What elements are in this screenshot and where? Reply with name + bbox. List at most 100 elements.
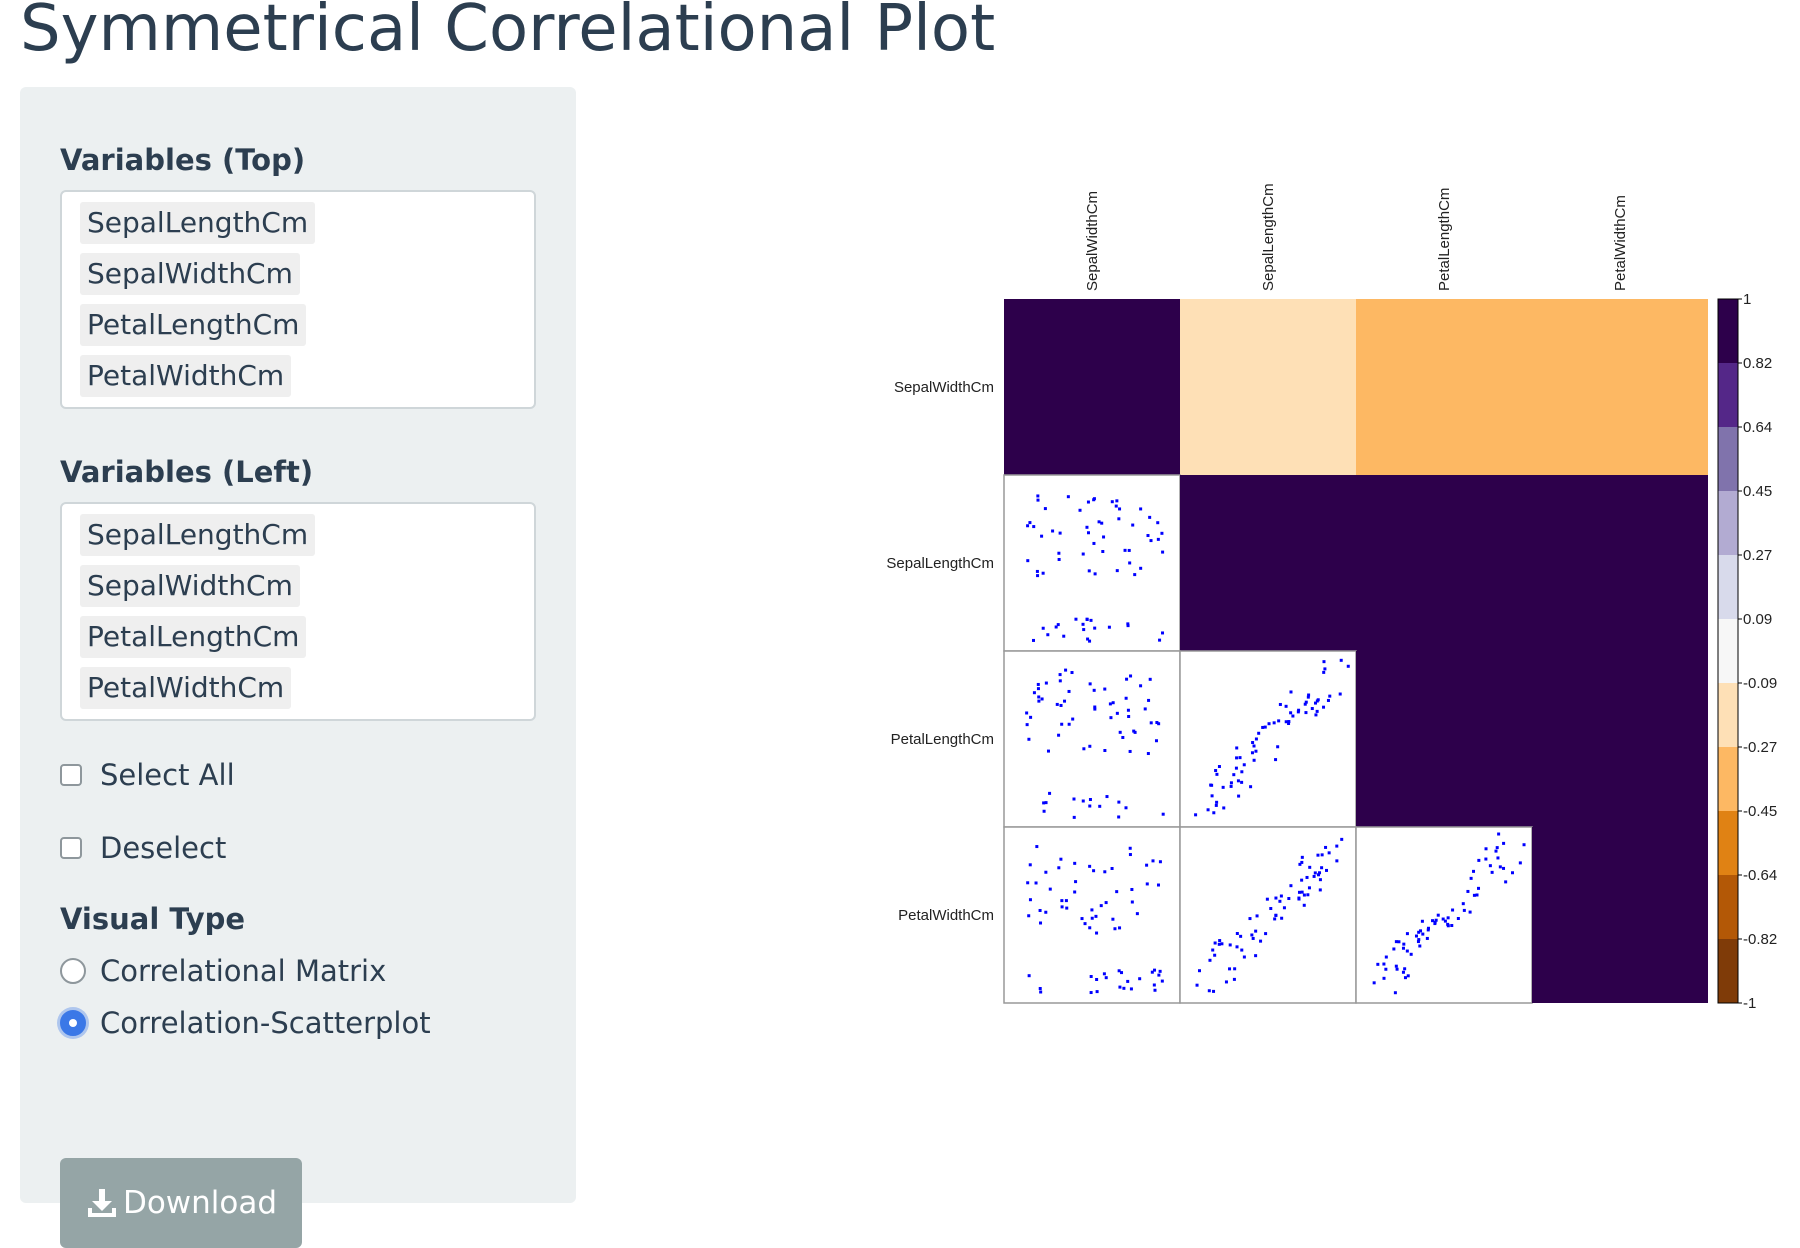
scatter-point [1372, 981, 1376, 985]
scatter-point [1027, 974, 1031, 978]
scatter-point [1472, 869, 1476, 873]
selected-item-sepalwidthcm[interactable]: SepalWidthCm [80, 565, 300, 607]
scatter-point [1197, 969, 1201, 973]
scatter-point [1264, 932, 1268, 936]
scatter-point [1037, 695, 1041, 699]
scatter-point [1152, 983, 1156, 987]
scatter-point [1252, 758, 1256, 762]
scatter-point [1118, 926, 1122, 930]
scatter-point [1382, 976, 1386, 980]
scatter-point [1257, 731, 1261, 735]
scatter-point [1314, 701, 1318, 705]
select-all-checkbox[interactable] [60, 764, 82, 786]
scatter-point [1114, 504, 1118, 508]
scatter-point [1118, 985, 1122, 989]
select-all-checkbox-row[interactable]: Select All [60, 758, 235, 792]
heatmap-tile [1532, 299, 1708, 475]
left-axis-label: SepalWidthCm [894, 379, 994, 396]
scatter-point [1123, 548, 1127, 552]
selected-item-sepalwidthcm[interactable]: SepalWidthCm [80, 253, 300, 295]
selected-item-petallengthcm[interactable]: PetalLengthCm [80, 616, 307, 658]
scatter-point [1494, 849, 1498, 853]
radio-correlational-matrix[interactable]: Correlational Matrix [60, 954, 386, 988]
scatter-point [1522, 843, 1526, 847]
selected-item-petallengthcm[interactable]: PetalLengthCm [80, 304, 307, 346]
scatter-point [1315, 709, 1319, 713]
scatter-point [1302, 893, 1306, 897]
scatter-point [1092, 541, 1096, 545]
scatter-point [1338, 692, 1342, 696]
scatter-point [1240, 780, 1244, 784]
scatter-point [1502, 866, 1506, 870]
scatter-point [1240, 948, 1244, 952]
scatter-point [1147, 698, 1151, 702]
scatter-point [1312, 874, 1316, 878]
scatter-point [1394, 964, 1398, 968]
colorbar-segment [1718, 747, 1738, 812]
scatter-point [1059, 703, 1063, 707]
radio-button-selected[interactable] [60, 1010, 86, 1036]
scatter-point [1067, 722, 1071, 726]
scatter-point [1128, 749, 1132, 753]
selected-item-sepallengthcm[interactable]: SepalLengthCm [80, 202, 316, 244]
scatter-point [1115, 711, 1119, 715]
scatter-point [1446, 922, 1450, 926]
deselect-checkbox[interactable] [60, 837, 82, 859]
variables-left-select[interactable]: SepalLengthCm SepalWidthCm PetalLengthCm… [60, 502, 536, 721]
scatter-point [1323, 667, 1327, 671]
scatter-point [1058, 673, 1062, 677]
scatter-point [1109, 716, 1113, 720]
radio-correlation-scatterplot[interactable]: Correlation-Scatterplot [60, 1006, 431, 1040]
scatter-point [1250, 933, 1254, 937]
scatter-point [1207, 989, 1211, 993]
variables-top-select[interactable]: SepalLengthCm SepalWidthCm PetalLengthCm… [60, 190, 536, 409]
scatter-point [1504, 880, 1508, 884]
selected-item-petalwidthcm[interactable]: PetalWidthCm [80, 355, 292, 397]
scatter-point [1384, 955, 1388, 959]
selected-item-sepallengthcm[interactable]: SepalLengthCm [80, 514, 316, 556]
select-all-label: Select All [100, 758, 235, 792]
radio-label: Correlational Matrix [100, 954, 387, 988]
scatter-point [1088, 804, 1092, 808]
scatter-point [1117, 517, 1121, 521]
scatter-point [1048, 791, 1052, 795]
scatter-point [1100, 521, 1104, 525]
scatter-point [1414, 934, 1418, 938]
heatmap-tile [1532, 651, 1708, 827]
scatter-point [1305, 875, 1309, 879]
scatter-point [1484, 857, 1488, 861]
selected-item-petalwidthcm[interactable]: PetalWidthCm [80, 667, 292, 709]
download-button[interactable]: Download [60, 1158, 302, 1248]
scatter-point [1211, 948, 1215, 952]
scatter-point [1222, 806, 1226, 810]
scatter-point [1092, 869, 1096, 873]
variables-top-label: Variables (Top) [60, 143, 306, 177]
scatter-point [1403, 967, 1407, 971]
scatter-point [1405, 932, 1409, 936]
scatter-point [1420, 919, 1424, 923]
scatter-point [1151, 859, 1155, 863]
scatter-point [1037, 699, 1041, 703]
colorbar-tick-label: 0.64 [1743, 419, 1772, 436]
scatter-point [1122, 986, 1126, 990]
scatter-point [1117, 800, 1121, 804]
scatter-point [1282, 906, 1286, 910]
scatter-point [1097, 520, 1101, 524]
scatter-point [1130, 887, 1134, 891]
radio-button[interactable] [60, 958, 86, 984]
correlation-plot-svg: SepalWidthCm SepalWidthCm SepalLengthCm Sep… [886, 183, 1777, 1012]
scatter-point [1093, 707, 1097, 711]
scatter-point [1304, 711, 1308, 715]
scatter-point [1254, 737, 1258, 741]
deselect-checkbox-row[interactable]: Deselect [60, 831, 226, 865]
scatter-point [1229, 781, 1233, 785]
scatter-point [1036, 687, 1040, 691]
scatter-point [1208, 958, 1212, 962]
colorbar-tick-label: 1 [1743, 291, 1751, 308]
scatter-point [1040, 534, 1044, 538]
scatter-point [1289, 711, 1293, 715]
scatter-point [1081, 622, 1085, 626]
radio-label: Correlation-Scatterplot [100, 1006, 431, 1040]
scatter-point [1316, 853, 1320, 857]
scatter-point [1297, 897, 1301, 901]
